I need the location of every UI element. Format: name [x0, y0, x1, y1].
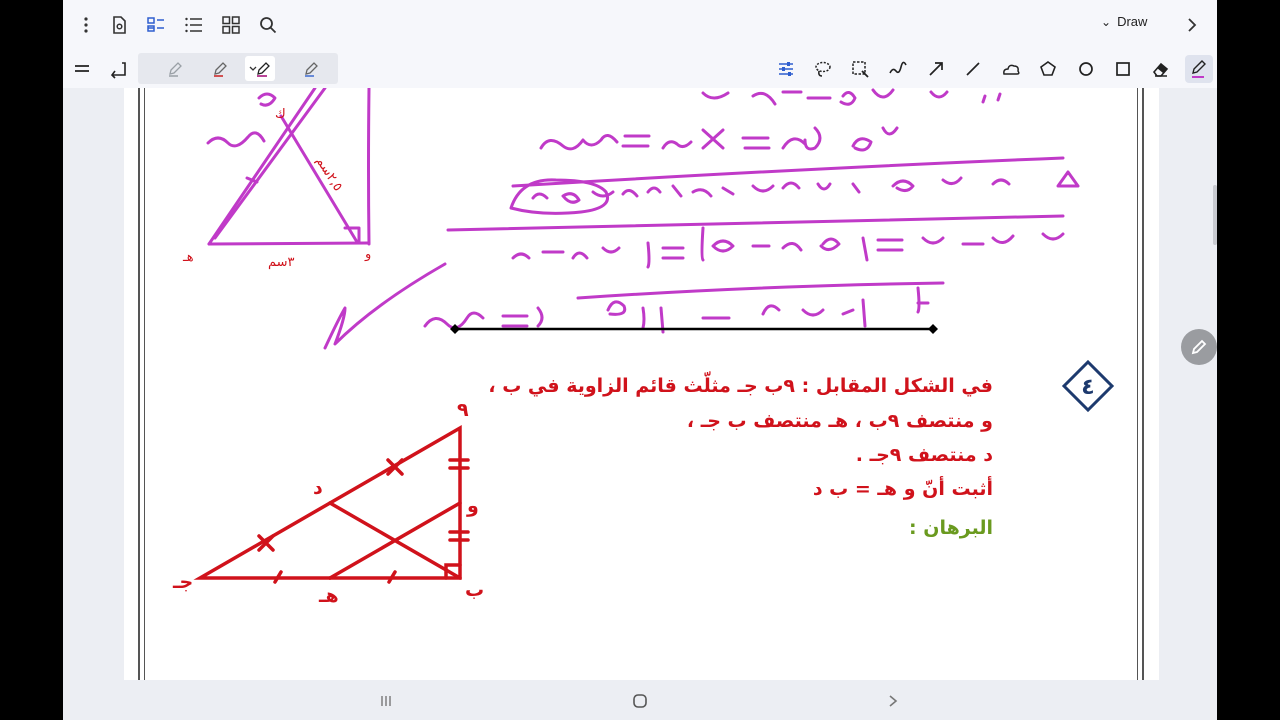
pen-presets — [138, 53, 338, 84]
mode-dropdown[interactable]: ⌄ Draw — [1101, 14, 1147, 29]
fig-label-b: ب — [465, 579, 484, 601]
lasso-icon[interactable] — [810, 56, 836, 82]
top-fig-label-k: ك — [275, 107, 286, 122]
highlighter-pen-icon[interactable] — [1185, 55, 1213, 83]
line-icon[interactable] — [960, 56, 986, 82]
circle-icon[interactable] — [1073, 56, 1099, 82]
mode-label: Draw — [1117, 14, 1148, 29]
problem-line-3: د منتصف ٩جـ . — [855, 444, 993, 466]
home-icon[interactable] — [625, 690, 655, 712]
problem-line-1: في الشكل المقابل : ٩ب جـ مثلّث قائم الزا… — [488, 375, 993, 397]
undo-icon[interactable] — [105, 56, 131, 82]
problem-number-badge: ٤ — [1061, 359, 1115, 413]
problem-number: ٤ — [1081, 375, 1094, 400]
problem-line-4: أثبت أنّ و هـ = ب د — [812, 478, 993, 500]
rectangle-icon[interactable] — [1110, 56, 1136, 82]
search-icon[interactable] — [255, 12, 281, 38]
eraser-icon[interactable] — [1148, 56, 1174, 82]
select-icon[interactable] — [847, 56, 873, 82]
fig-label-d: د — [313, 477, 323, 499]
top-fig-label-h: هـ — [182, 250, 194, 265]
recent-apps-icon[interactable] — [371, 690, 401, 712]
pentagon-icon[interactable] — [1035, 56, 1061, 82]
freehand-line-icon[interactable] — [885, 56, 911, 82]
floating-pen-button[interactable] — [1181, 329, 1217, 365]
grid-icon[interactable] — [218, 12, 244, 38]
fig-label-h: هـ — [318, 585, 339, 607]
chevron-down-icon: ⌄ — [1101, 14, 1112, 29]
chevron-right-icon[interactable] — [1179, 12, 1205, 38]
scrollbar-thumb[interactable] — [1213, 185, 1217, 245]
more-vertical-icon[interactable] — [73, 12, 99, 38]
cloud-icon[interactable] — [998, 56, 1024, 82]
system-nav-bar — [63, 682, 1217, 720]
fig-label-w: و — [466, 495, 479, 517]
arrow-icon[interactable] — [923, 56, 949, 82]
outline-icon[interactable] — [143, 12, 169, 38]
page-settings-icon[interactable] — [106, 12, 132, 38]
proof-label: البرهان : — [909, 517, 993, 539]
top-toolbar: ⌄ Draw — [63, 0, 1217, 50]
pencil-icon — [1191, 339, 1207, 355]
top-fig-label-w: و — [364, 247, 371, 262]
back-icon[interactable] — [878, 690, 908, 712]
pen-4-icon[interactable] — [296, 56, 326, 81]
pen-1-icon[interactable] — [160, 56, 190, 81]
pen-3-icon[interactable] — [245, 56, 275, 81]
handwriting-ink: هـ و ك ٣سم ٢,٥سم — [182, 88, 1080, 350]
fig-label-c: جـ — [172, 571, 193, 593]
top-fig-label-base: ٣سم — [268, 255, 295, 270]
menu-icon[interactable] — [69, 56, 95, 82]
problem-line-2: و منتصف ٩ب ، هـ منتصف ب جـ ، — [686, 410, 993, 432]
pen-2-icon[interactable] — [205, 56, 235, 81]
notes-app: ⌄ Draw هـ و ك ٣سم ٢,٥سم ٤ في الشكل المقا… — [63, 0, 1217, 720]
geometry-figure: ٩ ب جـ د هـ و — [172, 399, 484, 607]
fig-label-a: ٩ — [457, 399, 469, 421]
adjust-icon[interactable] — [773, 56, 799, 82]
list-icon[interactable] — [181, 12, 207, 38]
